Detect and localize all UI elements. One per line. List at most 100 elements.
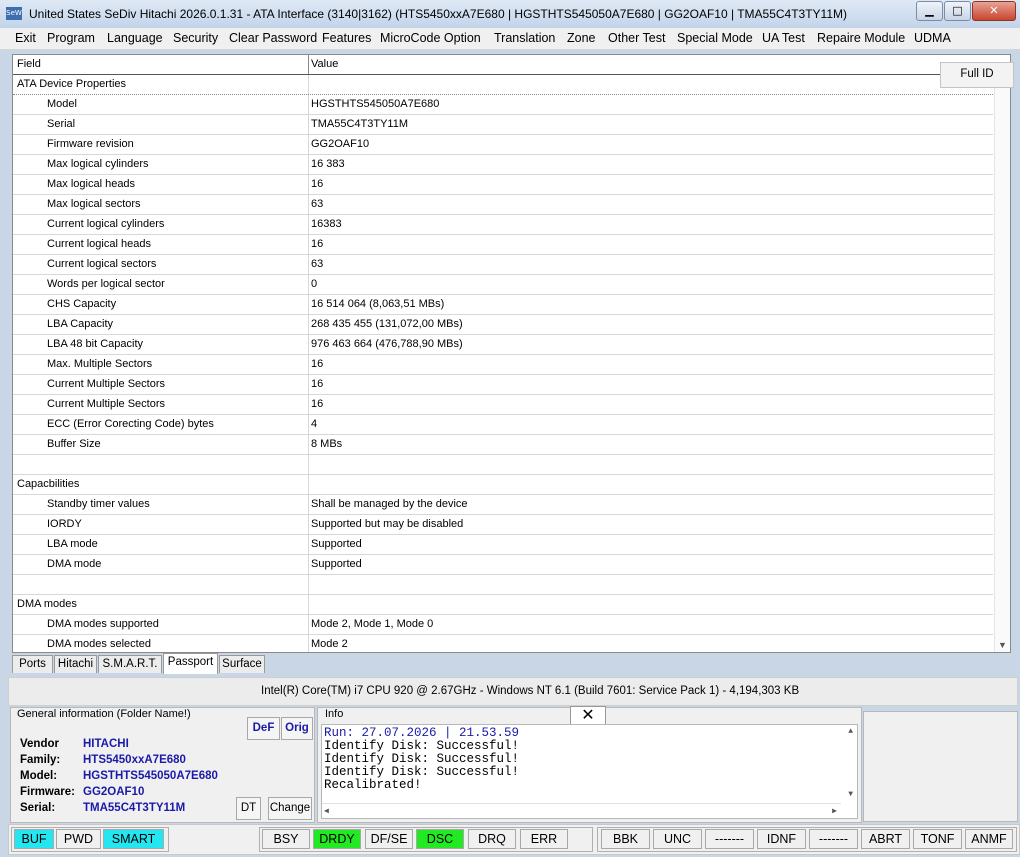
- menu-exit[interactable]: Exit: [15, 31, 36, 45]
- side-panel: [863, 711, 1018, 822]
- grid-row[interactable]: Current logical heads 16: [13, 235, 993, 255]
- grid-value-cell: 16 514 064 (8,063,51 MBs): [311, 298, 445, 310]
- menu-program[interactable]: Program: [47, 31, 95, 45]
- menu-zone[interactable]: Zone: [567, 31, 596, 45]
- grid-row[interactable]: ECC (Error Corecting Code) bytes 4: [13, 415, 993, 435]
- grid-row[interactable]: CHS Capacity 16 514 064 (8,063,51 MBs): [13, 295, 993, 315]
- system-info-panel: Intel(R) Core(TM) i7 CPU 920 @ 2.67GHz -…: [8, 677, 1018, 706]
- grid-row[interactable]: Current Multiple Sectors 16: [13, 395, 993, 415]
- status-reserved-1: -------: [705, 829, 754, 849]
- grid-field-cell: CHS Capacity: [47, 298, 117, 310]
- scroll-down-arrow-icon[interactable]: ▼: [848, 790, 853, 799]
- dt-button[interactable]: DT: [236, 797, 261, 820]
- tab-ports[interactable]: Ports: [12, 655, 53, 673]
- grid-row[interactable]: Current Multiple Sectors 16: [13, 375, 993, 395]
- grid-field-cell: Max logical heads: [47, 178, 136, 190]
- grid-row[interactable]: Words per logical sector 0: [13, 275, 993, 295]
- grid-row[interactable]: Serial TMA55C4T3TY11M: [13, 115, 993, 135]
- column-separator: [308, 515, 309, 534]
- column-separator: [308, 355, 309, 374]
- menu-clear-password[interactable]: Clear Password: [229, 31, 317, 45]
- grid-field-cell: Current logical heads: [47, 238, 151, 250]
- grid-row[interactable]: Firmware revision GG2OAF10: [13, 135, 993, 155]
- tab-surface[interactable]: Surface: [219, 655, 265, 673]
- grid-field-cell: Current logical cylinders: [47, 218, 165, 230]
- grid-row[interactable]: Current logical sectors 63: [13, 255, 993, 275]
- info-close-icon[interactable]: ✕: [570, 706, 606, 725]
- grid-row[interactable]: Max logical sectors 63: [13, 195, 993, 215]
- log-horizontal-scrollbar[interactable]: ◀ ▶: [322, 803, 841, 818]
- info-title: Info: [325, 708, 344, 720]
- grid-value-cell: 0: [311, 278, 318, 290]
- grid-row[interactable]: LBA 48 bit Capacity 976 463 664 (476,788,…: [13, 335, 993, 355]
- scroll-up-arrow-icon[interactable]: ▲: [848, 727, 853, 736]
- tab-hitachi[interactable]: Hitachi: [54, 655, 97, 673]
- grid-row[interactable]: Model HGSTHTS545050A7E680: [13, 95, 993, 115]
- grid-value-cell: Mode 2: [311, 638, 348, 650]
- column-header-value[interactable]: Value: [311, 58, 338, 70]
- status-bbk: BBK: [601, 829, 650, 849]
- menu-translation[interactable]: Translation: [494, 31, 555, 45]
- grid-value-cell: 16: [311, 238, 324, 250]
- menu-features[interactable]: Features: [322, 31, 371, 45]
- grid-row[interactable]: DMA modes selected Mode 2: [13, 635, 993, 652]
- grid-row[interactable]: Max logical cylinders 16 383: [13, 155, 993, 175]
- grid-value-cell: GG2OAF10: [311, 138, 370, 150]
- scroll-left-arrow-icon[interactable]: ◀: [324, 806, 329, 816]
- grid-field-cell: ECC (Error Corecting Code) bytes: [47, 418, 214, 430]
- column-header-field[interactable]: Field: [17, 58, 41, 70]
- menu-repaire-module[interactable]: Repaire Module: [817, 31, 905, 45]
- column-separator: [308, 55, 309, 74]
- model-label: Model:: [20, 770, 58, 782]
- grid-field-cell: DMA modes supported: [47, 618, 159, 630]
- menu-security[interactable]: Security: [173, 31, 218, 45]
- grid-vertical-scrollbar[interactable]: ▼: [994, 75, 1010, 652]
- grid-row[interactable]: Max logical heads 16: [13, 175, 993, 195]
- grid-value-cell: 16: [311, 398, 324, 410]
- grid-row[interactable]: [13, 575, 993, 595]
- grid-row[interactable]: DMA modes supported Mode 2, Mode 1, Mode …: [13, 615, 993, 635]
- grid-row[interactable]: LBA Capacity 268 435 455 (131,072,00 MBs): [13, 315, 993, 335]
- orig-button[interactable]: Orig: [281, 717, 313, 740]
- info-log[interactable]: Run: 27.07.2026 | 21.53.59 Identify Disk…: [321, 724, 858, 819]
- status-pwd: PWD: [56, 829, 101, 849]
- status-smart: SMART: [103, 829, 164, 849]
- grid-row[interactable]: IORDY Supported but may be disabled: [13, 515, 993, 535]
- change-button[interactable]: Change: [268, 797, 312, 820]
- grid-section-row[interactable]: ATA Device Properties: [13, 75, 993, 95]
- full-id-button[interactable]: Full ID: [940, 62, 1014, 88]
- grid-value-cell: Supported: [311, 538, 362, 550]
- menu-microcode-option[interactable]: MicroCode Option: [380, 31, 481, 45]
- grid-section-row[interactable]: DMA modes: [13, 595, 993, 615]
- grid-field-cell: Model: [47, 98, 77, 110]
- grid-field-cell: DMA modes: [17, 598, 77, 610]
- def-button[interactable]: DeF: [247, 717, 280, 740]
- column-separator: [308, 635, 309, 652]
- tab-passport[interactable]: Passport: [163, 653, 218, 674]
- menu-udma[interactable]: UDMA: [914, 31, 951, 45]
- column-separator: [308, 335, 309, 354]
- scroll-down-arrow-icon[interactable]: ▼: [998, 640, 1007, 650]
- tab-smart[interactable]: S.M.A.R.T.: [98, 655, 162, 673]
- grid-row[interactable]: Current logical cylinders 16383: [13, 215, 993, 235]
- minimize-button[interactable]: ▁: [916, 1, 943, 21]
- grid-section-row[interactable]: Capacbilities: [13, 475, 993, 495]
- grid-field-cell: Max logical cylinders: [47, 158, 149, 170]
- grid-value-cell: 16383: [311, 218, 342, 230]
- close-button[interactable]: ✕: [972, 1, 1016, 21]
- grid-row[interactable]: Buffer Size 8 MBs: [13, 435, 993, 455]
- grid-field-cell: Firmware revision: [47, 138, 134, 150]
- maximize-button[interactable]: □: [944, 1, 971, 21]
- grid-row[interactable]: LBA mode Supported: [13, 535, 993, 555]
- grid-row[interactable]: [13, 455, 993, 475]
- grid-row[interactable]: DMA mode Supported: [13, 555, 993, 575]
- menu-language[interactable]: Language: [107, 31, 163, 45]
- column-separator: [308, 115, 309, 134]
- grid-row[interactable]: Standby timer values Shall be managed by …: [13, 495, 993, 515]
- status-anmf: ANMF: [965, 829, 1013, 849]
- menu-other-test[interactable]: Other Test: [608, 31, 665, 45]
- menu-ua-test[interactable]: UA Test: [762, 31, 805, 45]
- menu-special-mode[interactable]: Special Mode: [677, 31, 753, 45]
- scroll-right-arrow-icon[interactable]: ▶: [832, 806, 837, 816]
- grid-row[interactable]: Max. Multiple Sectors 16: [13, 355, 993, 375]
